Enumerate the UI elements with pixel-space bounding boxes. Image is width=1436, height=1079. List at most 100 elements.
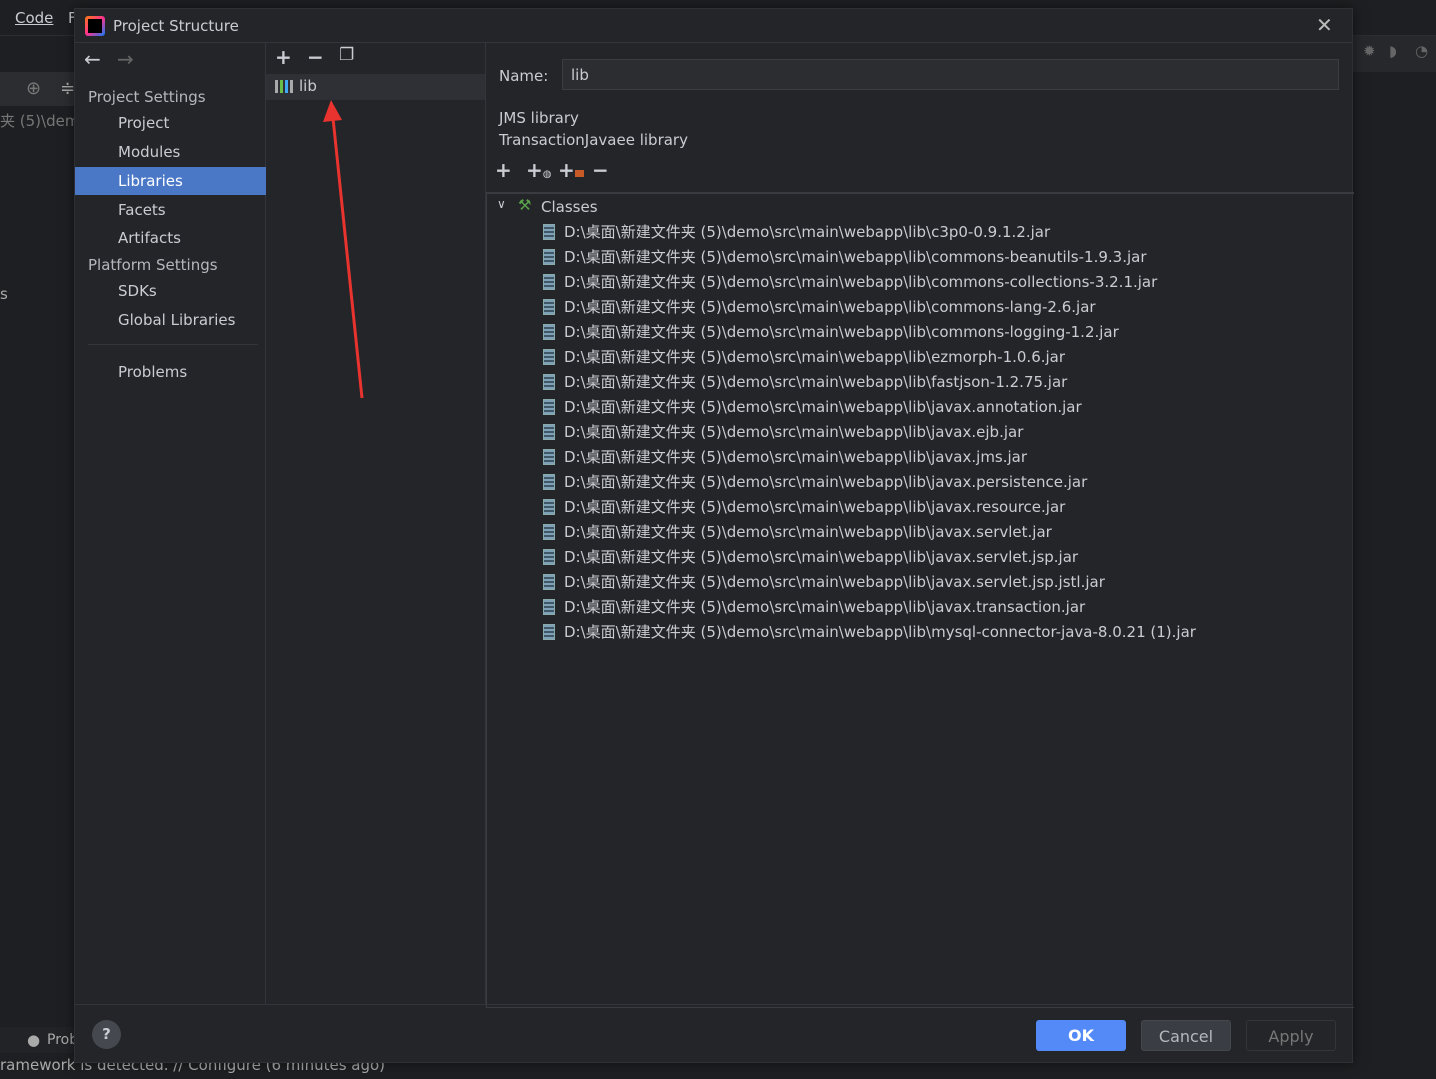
jar-icon — [543, 374, 555, 390]
nav-item-facets[interactable]: Facets — [75, 196, 266, 224]
add-root-icon[interactable]: + — [495, 158, 512, 182]
ok-button[interactable]: OK — [1036, 1020, 1126, 1051]
jar-icon — [543, 324, 555, 340]
jar-entry[interactable]: D:\桌面\新建文件夹 (5)\demo\src\main\webapp\lib… — [543, 345, 1065, 370]
ide-toolbar: ⊕ ≑ — [0, 72, 75, 106]
forward-icon[interactable]: → — [117, 47, 134, 71]
annotation-arrow — [323, 100, 364, 399]
jar-icon — [543, 549, 555, 565]
jar-path: D:\桌面\新建文件夹 (5)\demo\src\main\webapp\lib… — [564, 598, 1086, 616]
dialog-title: Project Structure — [113, 17, 239, 35]
collapse-icon[interactable]: ≑ — [60, 78, 75, 99]
nav-item-sdks[interactable]: SDKs — [75, 277, 266, 305]
jar-entry[interactable]: D:\桌面\新建文件夹 (5)\demo\src\main\webapp\lib… — [543, 620, 1196, 645]
jar-entry[interactable]: D:\桌面\新建文件夹 (5)\demo\src\main\webapp\lib… — [543, 245, 1147, 270]
jar-path: D:\桌面\新建文件夹 (5)\demo\src\main\webapp\lib… — [564, 273, 1158, 291]
jar-path: D:\桌面\新建文件夹 (5)\demo\src\main\webapp\lib… — [564, 373, 1068, 391]
jar-path: D:\桌面\新建文件夹 (5)\demo\src\main\webapp\lib… — [564, 498, 1066, 516]
remove-root-icon[interactable]: − — [592, 158, 609, 182]
locate-icon[interactable]: ⊕ — [26, 78, 41, 99]
divider — [88, 344, 258, 345]
jar-icon — [543, 599, 555, 615]
add-url-icon[interactable]: +◍ — [526, 158, 552, 182]
jar-icon — [543, 524, 555, 540]
jar-icon — [543, 274, 555, 290]
jar-icon — [543, 449, 555, 465]
jar-icon — [543, 349, 555, 365]
library-type-jms: JMS library — [499, 109, 579, 127]
chevron-down-icon[interactable]: ∨ — [497, 197, 506, 211]
back-icon[interactable]: ← — [84, 47, 101, 71]
jar-path: D:\桌面\新建文件夹 (5)\demo\src\main\webapp\lib… — [564, 573, 1105, 591]
nav-item-global-libraries[interactable]: Global Libraries — [75, 306, 266, 334]
jar-entry[interactable]: D:\桌面\新建文件夹 (5)\demo\src\main\webapp\lib… — [543, 395, 1082, 420]
copy-icon[interactable]: ❐ — [339, 45, 354, 65]
jar-path: D:\桌面\新建文件夹 (5)\demo\src\main\webapp\lib… — [564, 348, 1066, 366]
jar-entry[interactable]: D:\桌面\新建文件夹 (5)\demo\src\main\webapp\lib… — [543, 595, 1085, 620]
jar-entry[interactable]: D:\桌面\新建文件夹 (5)\demo\src\main\webapp\lib… — [543, 420, 1023, 445]
jar-path: D:\桌面\新建文件夹 (5)\demo\src\main\webapp\lib… — [564, 298, 1096, 316]
jar-path: D:\桌面\新建文件夹 (5)\demo\src\main\webapp\lib… — [564, 398, 1082, 416]
coverage-icon[interactable]: ◗ — [1389, 42, 1397, 60]
library-name: lib — [299, 77, 317, 95]
add-icon[interactable]: + — [275, 45, 292, 69]
jar-path: D:\桌面\新建文件夹 (5)\demo\src\main\webapp\lib… — [564, 523, 1052, 541]
jar-entry[interactable]: D:\桌面\新建文件夹 (5)\demo\src\main\webapp\lib… — [543, 320, 1119, 345]
jar-icon — [543, 249, 555, 265]
path-fragment: 夹 (5)\dem — [0, 112, 80, 130]
jar-entry[interactable]: D:\桌面\新建文件夹 (5)\demo\src\main\webapp\lib… — [543, 270, 1157, 295]
jar-entry[interactable]: D:\桌面\新建文件夹 (5)\demo\src\main\webapp\lib… — [543, 370, 1067, 395]
jar-path: D:\桌面\新建文件夹 (5)\demo\src\main\webapp\lib… — [564, 623, 1196, 641]
nav-item-artifacts[interactable]: Artifacts — [75, 224, 266, 252]
jar-icon — [543, 299, 555, 315]
jar-path: D:\桌面\新建文件夹 (5)\demo\src\main\webapp\lib… — [564, 548, 1079, 566]
jar-entry[interactable]: D:\桌面\新建文件夹 (5)\demo\src\main\webapp\lib… — [543, 220, 1050, 245]
jar-path: D:\桌面\新建文件夹 (5)\demo\src\main\webapp\lib… — [564, 423, 1024, 441]
jar-entry[interactable]: D:\桌面\新建文件夹 (5)\demo\src\main\webapp\lib… — [543, 470, 1087, 495]
jar-icon — [543, 224, 555, 240]
name-input[interactable]: lib — [562, 59, 1339, 90]
settings-nav: ← → Project Settings Project Modules Lib… — [75, 43, 266, 1004]
jar-icon — [543, 399, 555, 415]
library-list-panel: + − ❐ lib — [266, 43, 486, 1004]
library-item-lib[interactable]: lib — [266, 74, 485, 100]
close-icon[interactable]: ✕ — [1316, 13, 1333, 37]
library-details: Name: lib JMS library TransactionJavaee … — [486, 43, 1354, 1008]
library-type-transaction: TransactionJavaee library — [499, 131, 688, 149]
jar-icon — [543, 424, 555, 440]
debug-icon[interactable]: ✹ — [1363, 42, 1376, 60]
project-settings-header: Project Settings — [88, 88, 206, 106]
platform-settings-header: Platform Settings — [88, 256, 218, 274]
hammer-icon: ⚒ — [518, 196, 532, 214]
jar-entry[interactable]: D:\桌面\新建文件夹 (5)\demo\src\main\webapp\lib… — [543, 295, 1096, 320]
ide-run-toolbar: ✹ ◗ ◔ — [1353, 36, 1436, 72]
jar-path: D:\桌面\新建文件夹 (5)\demo\src\main\webapp\lib… — [564, 248, 1147, 266]
jar-entry[interactable]: D:\桌面\新建文件夹 (5)\demo\src\main\webapp\lib… — [543, 495, 1065, 520]
classes-node[interactable]: Classes — [541, 198, 598, 216]
help-button[interactable]: ? — [92, 1020, 121, 1049]
dialog-footer: ? OK Cancel Apply — [75, 1004, 1352, 1064]
project-structure-dialog: Project Structure ✕ ← → Project Settings… — [74, 8, 1354, 1064]
jar-icon — [543, 474, 555, 490]
profile-icon[interactable]: ◔ — [1415, 42, 1428, 60]
jar-path: D:\桌面\新建文件夹 (5)\demo\src\main\webapp\lib… — [564, 473, 1088, 491]
jar-entry[interactable]: D:\桌面\新建文件夹 (5)\demo\src\main\webapp\lib… — [543, 520, 1052, 545]
nav-item-project[interactable]: Project — [75, 109, 266, 137]
jar-path: D:\桌面\新建文件夹 (5)\demo\src\main\webapp\lib… — [564, 323, 1119, 341]
name-label: Name: — [499, 67, 549, 85]
remove-icon[interactable]: − — [307, 45, 324, 69]
nav-item-modules[interactable]: Modules — [75, 138, 266, 166]
cancel-button[interactable]: Cancel — [1141, 1020, 1231, 1051]
jar-entry[interactable]: D:\桌面\新建文件夹 (5)\demo\src\main\webapp\lib… — [543, 445, 1027, 470]
add-folder-icon[interactable]: + — [558, 158, 584, 182]
intellij-logo-icon — [85, 16, 105, 36]
menu-code[interactable]: Code — [15, 9, 53, 27]
nav-item-problems[interactable]: Problems — [75, 358, 266, 386]
apply-button[interactable]: Apply — [1246, 1020, 1336, 1051]
jar-entry[interactable]: D:\桌面\新建文件夹 (5)\demo\src\main\webapp\lib… — [543, 545, 1078, 570]
nav-item-libraries[interactable]: Libraries — [75, 167, 266, 195]
jar-icon — [543, 574, 555, 590]
problems-tab[interactable]: ● Prob — [0, 1027, 78, 1053]
jar-entry[interactable]: D:\桌面\新建文件夹 (5)\demo\src\main\webapp\lib… — [543, 570, 1105, 595]
jar-path: D:\桌面\新建文件夹 (5)\demo\src\main\webapp\lib… — [564, 223, 1051, 241]
